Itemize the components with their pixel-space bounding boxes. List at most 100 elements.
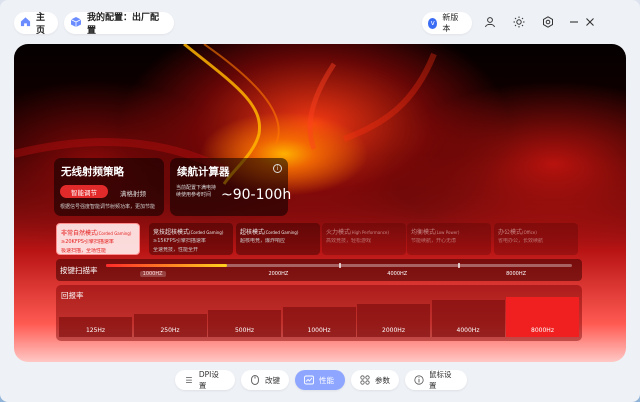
scan-rate-marker: [457, 263, 460, 268]
mode-title-text: 超核模式: [240, 229, 265, 236]
rf-strategy-card: 无线射频策略 智能调节 满格射频 根据信号强度智能调节射频功率，更加节能: [54, 158, 164, 216]
mode-card[interactable]: 办公模式(Office) 省电办公，长效续航: [494, 223, 578, 255]
mode-desc: 超核电竞，爆炸响应: [240, 238, 286, 244]
scan-rate-label: 按键扫描率: [60, 266, 98, 275]
new-version-button[interactable]: v 新版本: [422, 12, 472, 34]
mode-desc: 节能续航，开心无虑: [411, 238, 457, 244]
mode-desc: ≥20KFPS引擎扫描速率: [61, 239, 114, 245]
mode-title-text: 办公模式: [498, 229, 523, 236]
mode-desc: 全速竞技，性能全开: [153, 246, 199, 253]
mode-title: 火力模式(High Performance): [326, 227, 402, 236]
home-button[interactable]: 主页: [14, 12, 58, 36]
report-rate-option[interactable]: 1000Hz: [282, 289, 356, 337]
report-rate-option[interactable]: 250Hz: [133, 289, 207, 337]
report-rate-option[interactable]: 125Hz: [59, 289, 132, 337]
scan-rate-fill: [106, 264, 228, 267]
mode-tag: (Corded Gaming): [189, 230, 224, 235]
rf-description: 根据信号强度智能调节射频功率，更加节能: [60, 204, 156, 210]
home-icon: [20, 16, 31, 30]
mode-card[interactable]: 均衡模式(Low Power) 节能续航，开心无虑: [407, 223, 491, 255]
cube-icon: [70, 16, 82, 31]
scan-rate-tick[interactable]: 8000HZ: [506, 271, 526, 277]
key-scan-rate-slider[interactable]: 按键扫描率 1000HZ 2000HZ 4000HZ 8000HZ: [56, 259, 582, 281]
mode-card[interactable]: 超核模式(Corded Gaming) 超核电竞，爆炸响应: [236, 223, 320, 255]
app-window: 主页 我的配置：出厂配置 v 新版本 无线射频策略 智能调节 满格射频 根据信号…: [0, 0, 640, 402]
settings-button[interactable]: [538, 13, 558, 33]
minimize-icon: [569, 16, 579, 30]
mode-tag: (Office): [522, 230, 537, 235]
nav-parameters[interactable]: 参数: [351, 370, 399, 390]
mode-desc: 省电办公，长效续航: [498, 238, 544, 244]
mode-title-text: 均衡模式: [411, 229, 436, 236]
performance-panel: 无线射频策略 智能调节 满格射频 根据信号强度智能调节射频功率，更加节能 续航计…: [14, 44, 626, 362]
scan-rate-tick[interactable]: 4000HZ: [387, 271, 407, 277]
report-rate-value: 8000Hz: [531, 327, 554, 334]
user-icon: [484, 16, 496, 31]
report-rate-selector: 回报率 125Hz 250Hz 500Hz 1000Hz 2000Hz 4000Hz 800…: [56, 285, 582, 341]
rf-card-title: 无线射频策略: [61, 166, 124, 178]
mode-card[interactable]: 火力模式(High Performance) 高效竞技，轻松游戏: [322, 223, 406, 255]
full-power-button[interactable]: 满格射频: [120, 188, 146, 198]
close-icon: [585, 16, 595, 30]
mode-title: 超核模式(Corded Gaming): [240, 227, 316, 236]
performance-icon: [304, 375, 314, 385]
report-rate-option[interactable]: 2000Hz: [357, 289, 430, 337]
mode-desc: ≥15KFPS引擎扫描速率: [153, 238, 206, 244]
report-rate-option[interactable]: 500Hz: [208, 289, 281, 337]
info-icon[interactable]: i: [273, 164, 282, 173]
mode-title: 非常自然模式(Corded Gaming): [61, 228, 135, 237]
battery-card-title: 续航计算器: [177, 166, 230, 178]
smart-adjust-button[interactable]: 智能调节: [60, 185, 108, 198]
mode-desc: 极速扫描，全场性能: [61, 247, 107, 254]
report-rate-value: 4000Hz: [456, 327, 480, 334]
profile-label: 我的配置：出厂配置: [87, 13, 160, 36]
mode-title-text: 竞技超核模式: [153, 229, 190, 236]
mode-desc: 高效竞技，轻松游戏: [326, 238, 372, 244]
nav-dpi-label: DPI设置: [198, 370, 219, 390]
brightness-button[interactable]: [509, 13, 529, 33]
nav-params-label: 参数: [375, 375, 390, 385]
nav-mouse-label: 鼠标设置: [429, 370, 452, 390]
header-bar: 主页 我的配置：出厂配置 v 新版本: [0, 0, 640, 44]
nav-dpi-settings[interactable]: ☰ DPI设置: [175, 370, 235, 390]
nav-performance[interactable]: 性能: [295, 370, 345, 390]
info-circle-icon: [414, 375, 424, 385]
mode-tag: (Corded Gaming): [97, 231, 132, 236]
profile-button[interactable]: 我的配置：出厂配置: [64, 12, 174, 36]
report-rate-option[interactable]: 8000Hz: [506, 289, 579, 337]
report-rate-value: 125Hz: [85, 327, 106, 334]
grid-icon: [360, 375, 370, 385]
battery-calculator-card: 续航计算器 i 当前配置下满电持续使用参考时间 ~90-100h: [170, 158, 292, 216]
version-label: 新版本: [442, 13, 459, 33]
battery-estimate: ~90-100h: [221, 187, 292, 203]
report-rate-value: 2000Hz: [382, 327, 405, 334]
mode-title: 均衡模式(Low Power): [411, 227, 487, 236]
home-label: 主页: [36, 13, 46, 36]
mode-title: 竞技超核模式(Corded Gaming): [153, 227, 229, 236]
mode-title: 办公模式(Office): [498, 227, 574, 236]
mode-card[interactable]: 非常自然模式(Corded Gaming) ≥20KFPS引擎扫描速率 极速扫描，全…: [56, 223, 140, 255]
nav-mouse-settings[interactable]: 鼠标设置: [405, 370, 467, 390]
version-icon: v: [428, 17, 438, 29]
nav-key-remap[interactable]: 改键: [241, 370, 289, 390]
report-rate-value: 500Hz: [234, 327, 255, 334]
scan-rate-tick[interactable]: 2000HZ: [268, 271, 288, 277]
mode-title-text: 火力模式: [326, 229, 351, 236]
sun-icon: [513, 16, 525, 31]
gear-icon: [542, 15, 554, 31]
mode-title-text: 非常自然模式: [61, 230, 98, 237]
close-button[interactable]: [580, 13, 600, 33]
report-rate-value: 250Hz: [160, 327, 180, 334]
menu-icon: ☰: [185, 375, 193, 385]
mode-card[interactable]: 竞技超核模式(Corded Gaming) ≥15KFPS引擎扫描速率 全速竞技，性…: [149, 223, 233, 255]
mode-tag: (Corded Gaming): [264, 230, 299, 235]
report-rate-value: 1000Hz: [307, 327, 331, 334]
scan-rate-tick[interactable]: 1000HZ: [139, 271, 166, 277]
mode-tag: (High Performance): [350, 230, 389, 235]
battery-note: 当前配置下满电持续使用参考时间: [176, 185, 217, 198]
scan-rate-marker: [339, 263, 341, 268]
mouse-icon: [250, 375, 260, 385]
report-rate-option[interactable]: 4000Hz: [431, 289, 505, 337]
mode-tag: (Low Power): [435, 230, 460, 235]
user-button[interactable]: [480, 13, 500, 33]
